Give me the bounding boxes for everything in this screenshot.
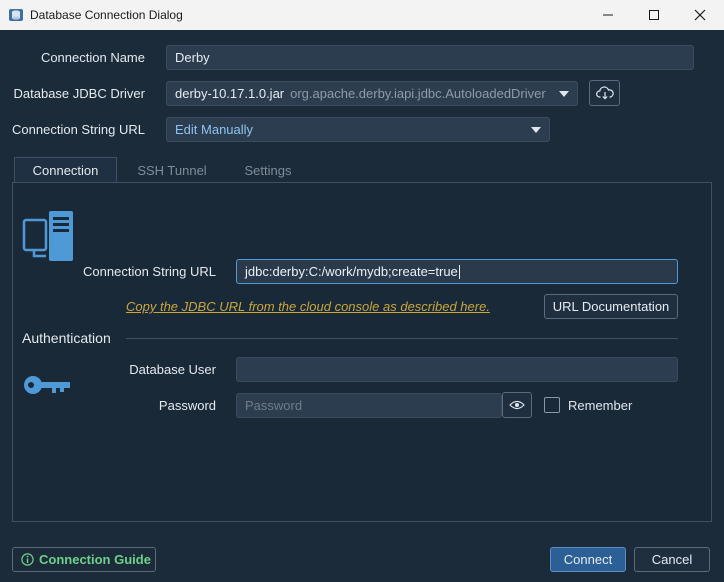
section-divider	[126, 338, 678, 339]
tab-settings[interactable]: Settings	[228, 157, 308, 183]
password-input[interactable]: Password	[236, 393, 502, 418]
connection-guide-label: Connection Guide	[39, 552, 151, 567]
password-label: Password	[158, 398, 216, 413]
driver-jar: derby-10.17.1.0.jar	[175, 86, 285, 101]
connection-guide-button[interactable]: Connection Guide	[12, 547, 156, 572]
close-button[interactable]	[677, 0, 723, 30]
connection-name-input[interactable]: Derby	[166, 45, 694, 70]
remember-label: Remember	[568, 398, 633, 413]
eye-icon	[509, 400, 525, 410]
key-icon	[24, 376, 70, 394]
connection-url-value: jdbc:derby:C:/work/mydb;create=true	[245, 264, 458, 279]
database-user-label: Database User	[129, 362, 216, 377]
connection-name-label: Connection Name	[40, 50, 145, 65]
connect-button[interactable]: Connect	[550, 547, 626, 572]
cancel-button[interactable]: Cancel	[634, 547, 710, 572]
info-icon	[21, 553, 34, 566]
connection-url-input[interactable]: jdbc:derby:C:/work/mydb;create=true	[236, 259, 678, 284]
maximize-icon	[649, 10, 659, 20]
conn-string-label: Connection String URL	[12, 122, 145, 137]
database-app-icon	[9, 9, 23, 21]
tab-ssh-tunnel[interactable]: SSH Tunnel	[126, 157, 218, 183]
driver-label: Database JDBC Driver	[13, 86, 146, 101]
maximize-button[interactable]	[631, 0, 677, 30]
copy-jdbc-url-link[interactable]: Copy the JDBC URL from the cloud console…	[126, 299, 490, 314]
driver-select[interactable]: derby-10.17.1.0.jar org.apache.derby.iap…	[166, 81, 578, 106]
url-documentation-button[interactable]: URL Documentation	[544, 294, 678, 319]
download-driver-button[interactable]	[589, 80, 620, 106]
connection-panel	[12, 182, 712, 522]
driver-class: org.apache.derby.iapi.jdbc.AutoloadedDri…	[290, 86, 546, 101]
conn-string-mode-value: Edit Manually	[175, 122, 254, 137]
window-title: Database Connection Dialog	[30, 8, 183, 22]
remember-checkbox[interactable]	[544, 397, 560, 413]
server-icon	[22, 211, 73, 261]
conn-string-mode-select[interactable]: Edit Manually	[166, 117, 550, 142]
url-label: Connection String URL	[83, 264, 216, 279]
tab-connection[interactable]: Connection	[14, 157, 117, 183]
chevron-down-icon	[531, 118, 541, 141]
show-password-button[interactable]	[502, 392, 532, 418]
connection-name-value: Derby	[175, 50, 210, 65]
text-caret	[458, 264, 460, 279]
title-bar: Database Connection Dialog	[0, 0, 724, 30]
database-user-input[interactable]	[236, 357, 678, 382]
password-placeholder: Password	[245, 398, 303, 413]
close-icon	[694, 9, 706, 21]
minimize-button[interactable]	[585, 0, 631, 30]
cloud-download-icon	[595, 86, 614, 100]
minimize-icon	[603, 14, 613, 16]
chevron-down-icon	[559, 82, 569, 105]
authentication-heading: Authentication	[22, 330, 111, 346]
